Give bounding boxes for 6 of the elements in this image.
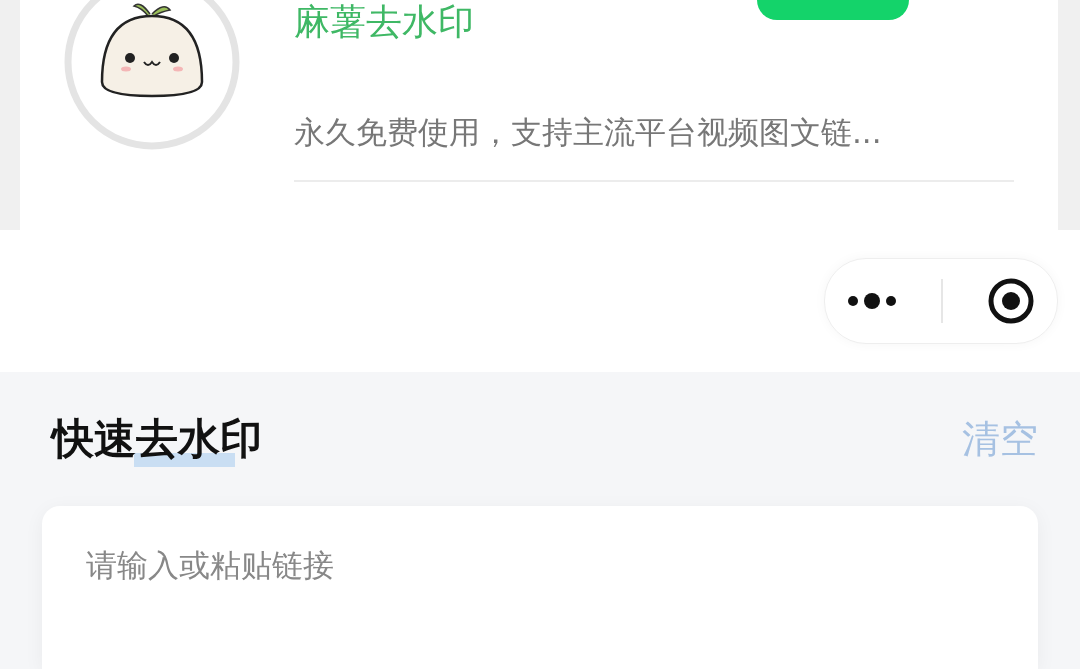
app-description: 永久免费使用，支持主流平台视频图文链... xyxy=(294,113,883,152)
close-icon[interactable] xyxy=(987,277,1035,325)
clear-link[interactable]: 清空 xyxy=(962,413,1038,465)
more-icon[interactable] xyxy=(847,293,897,309)
app-title: 麻薯去水印 xyxy=(294,0,474,44)
link-input-field[interactable]: 请输入或粘贴链接 xyxy=(84,546,1000,584)
